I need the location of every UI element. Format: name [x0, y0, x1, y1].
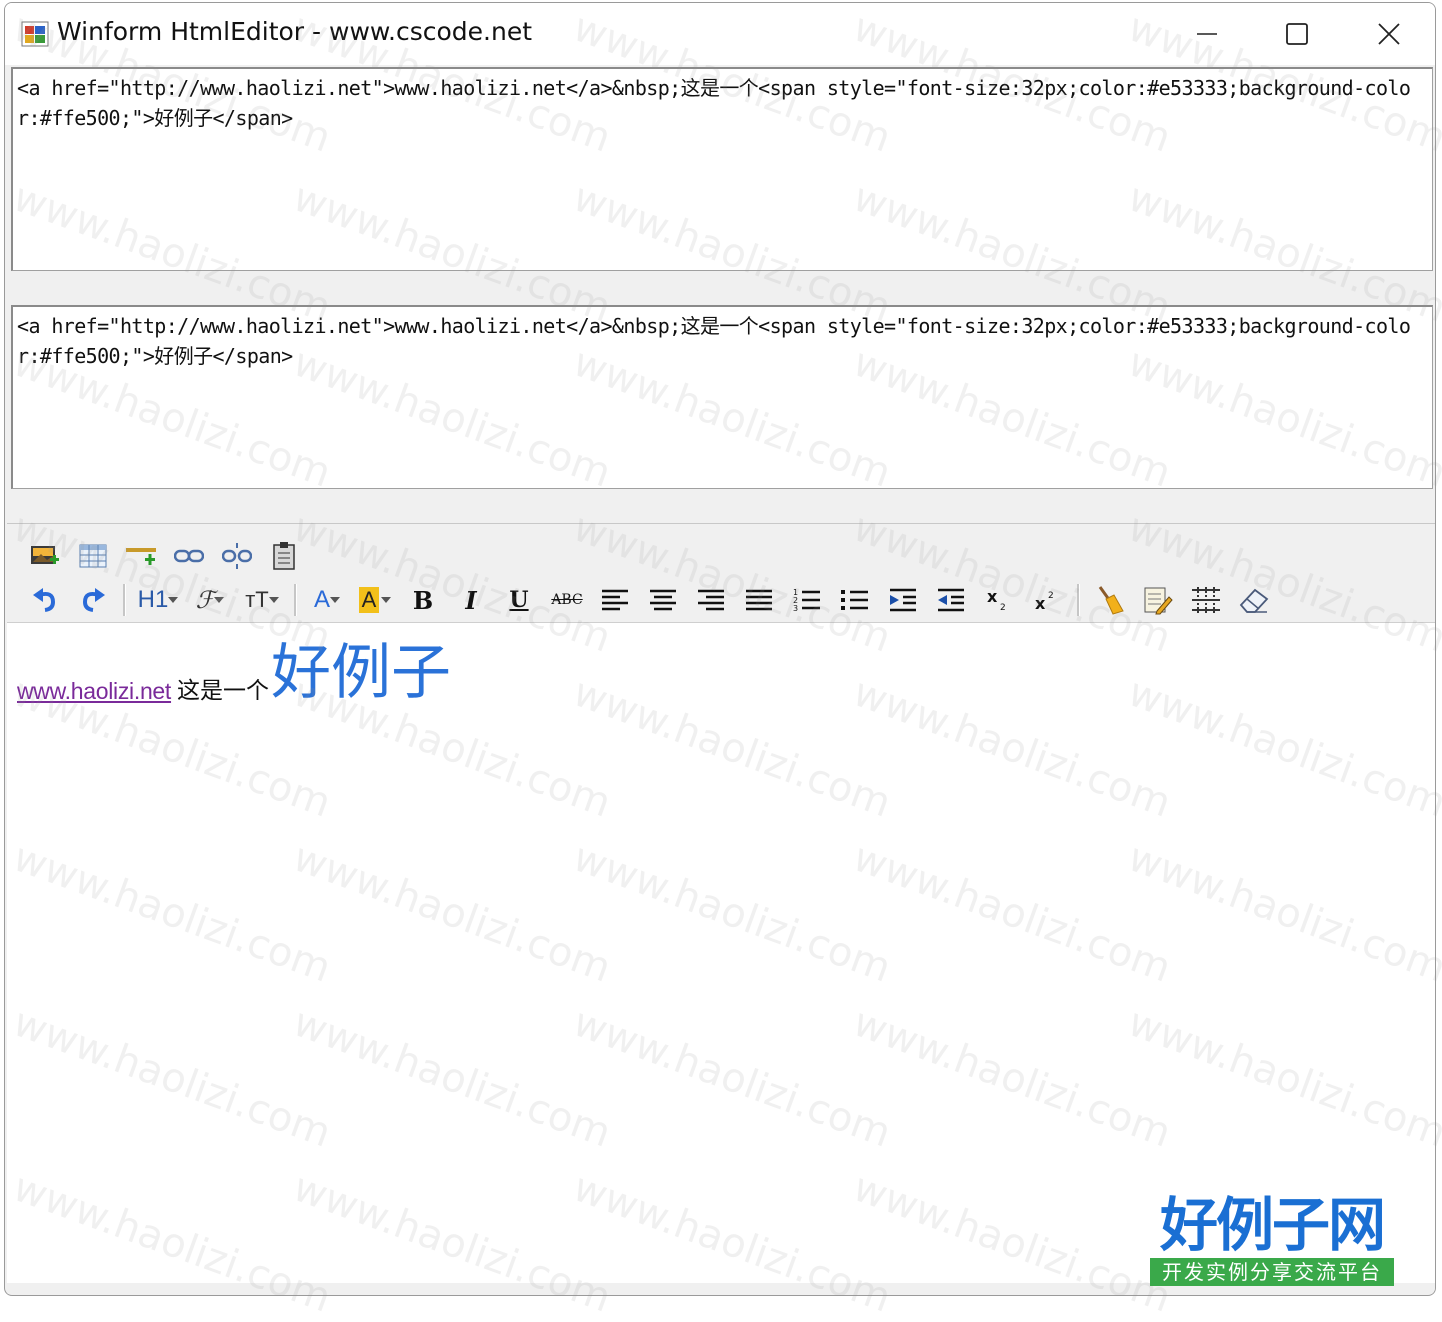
table-grid-icon: [1192, 587, 1220, 613]
content-large-text: 好例子: [271, 638, 452, 708]
minimize-button[interactable]: [1161, 3, 1253, 65]
highlight-label: A: [358, 587, 380, 613]
underline-label: U: [509, 587, 529, 613]
font-size-dropdown[interactable]: тT: [236, 580, 288, 620]
align-right-button[interactable]: [687, 580, 735, 620]
indent-button[interactable]: [879, 580, 927, 620]
align-left-button[interactable]: [591, 580, 639, 620]
font-color-label: A: [313, 586, 330, 613]
superscript-icon: x2: [1035, 591, 1054, 613]
heading-dropdown[interactable]: H1: [132, 580, 184, 620]
insert-table-button[interactable]: [69, 536, 117, 576]
align-center-button[interactable]: [639, 580, 687, 620]
outdent-icon: [938, 588, 964, 612]
broom-icon: [1098, 586, 1124, 615]
font-color-button[interactable]: A: [303, 580, 351, 620]
horizontal-rule-icon: [126, 548, 156, 565]
chevron-down-icon: [168, 597, 179, 603]
align-right-icon: [698, 589, 724, 611]
clear-format-button[interactable]: [1086, 580, 1134, 620]
toolbar-separator: [1077, 584, 1080, 616]
ordered-list-button[interactable]: 123: [783, 580, 831, 620]
redo-icon: [82, 588, 105, 612]
insert-image-icon: [31, 546, 59, 564]
unordered-list-button[interactable]: [831, 580, 879, 620]
svg-text:x: x: [1035, 594, 1046, 613]
subscript-icon: x2: [987, 587, 1006, 613]
strikethrough-button[interactable]: ABC: [543, 580, 591, 620]
eraser-icon: [1239, 588, 1269, 613]
chevron-down-icon: [330, 597, 340, 603]
logo-subtitle: 开发实例分享交流平台: [1150, 1258, 1394, 1286]
close-icon: [1378, 23, 1400, 45]
chevron-down-icon: [268, 597, 279, 603]
maximize-button[interactable]: [1251, 3, 1343, 65]
logo-title: 好例子网: [1159, 1191, 1386, 1259]
insert-link-button[interactable]: [165, 536, 213, 576]
toolbar-row-2: H1 ℱ тT A A B I U ABC 1 2 3 x 2 x 2: [21, 580, 1278, 620]
app-window: Winform HtmlEditor - www.cscode.net <a h…: [4, 2, 1436, 1296]
insert-hr-button[interactable]: [117, 536, 165, 576]
align-center-icon: [650, 589, 676, 611]
justify-button[interactable]: [735, 580, 783, 620]
window-title: Winform HtmlEditor - www.cscode.net: [57, 17, 533, 46]
font-label: ℱ: [195, 586, 215, 614]
undo-button[interactable]: [21, 580, 69, 620]
svg-text:3: 3: [793, 604, 798, 613]
insert-table-grid-button[interactable]: [1182, 580, 1230, 620]
clipboard-icon: [273, 542, 295, 570]
outdent-button[interactable]: [927, 580, 975, 620]
link-icon: [174, 549, 204, 563]
font-family-dropdown[interactable]: ℱ: [184, 580, 236, 620]
bullet-list-icon: [841, 590, 868, 610]
editor-content[interactable]: www.haolizi.net 这是一个 好例子: [7, 622, 1435, 1283]
undo-icon: [33, 588, 56, 612]
title-bar: Winform HtmlEditor - www.cscode.net: [5, 3, 1435, 65]
subscript-button[interactable]: x2: [975, 580, 1023, 620]
content-line: www.haolizi.net 这是一个 好例子: [17, 641, 451, 705]
bold-label: B: [412, 585, 434, 615]
ordered-list-icon: 123: [793, 588, 820, 613]
strike-label: ABC: [551, 592, 583, 608]
redo-button[interactable]: [69, 580, 117, 620]
svg-text:2: 2: [1000, 603, 1006, 613]
toolbar-row-1: [21, 536, 309, 576]
table-icon: [79, 544, 107, 568]
toolbar-separator: [123, 584, 126, 616]
html-output-textbox[interactable]: <a href="http://www.haolizi.net">www.hao…: [11, 305, 1433, 489]
svg-text:x: x: [987, 587, 998, 606]
superscript-button[interactable]: x2: [1023, 580, 1071, 620]
heading-label: H1: [137, 586, 169, 613]
bold-button[interactable]: B: [399, 580, 447, 620]
size-label: тT: [245, 587, 269, 612]
app-icon: [21, 21, 49, 47]
minimize-icon: [1197, 33, 1217, 35]
unlink-icon: [222, 543, 252, 569]
html-source-textbox[interactable]: <a href="http://www.haolizi.net">www.hao…: [11, 67, 1433, 271]
underline-button[interactable]: U: [495, 580, 543, 620]
unlink-button[interactable]: [213, 536, 261, 576]
paste-button[interactable]: [261, 536, 309, 576]
close-button[interactable]: [1343, 3, 1435, 65]
content-plain-text: 这是一个: [177, 678, 270, 704]
eraser-button[interactable]: [1230, 580, 1278, 620]
site-logo: 好例子网 开发实例分享交流平台: [1150, 1192, 1394, 1286]
maximize-icon: [1286, 23, 1308, 45]
italic-label: I: [465, 585, 477, 615]
edit-source-button[interactable]: [1134, 580, 1182, 620]
chevron-down-icon: [381, 597, 392, 603]
html-editor: H1 ℱ тT A A B I U ABC 1 2 3 x 2 x 2 www.…: [7, 523, 1435, 1294]
insert-image-button[interactable]: [21, 536, 69, 576]
edit-document-icon: [1144, 587, 1173, 615]
svg-text:2: 2: [1048, 591, 1054, 601]
indent-icon: [890, 588, 916, 612]
toolbar-separator: [294, 584, 297, 616]
content-link[interactable]: www.haolizi.net: [17, 678, 171, 705]
justify-icon: [746, 589, 772, 611]
italic-button[interactable]: I: [447, 580, 495, 620]
highlight-color-button[interactable]: A: [351, 580, 399, 620]
chevron-down-icon: [214, 597, 225, 603]
align-left-icon: [602, 589, 628, 611]
